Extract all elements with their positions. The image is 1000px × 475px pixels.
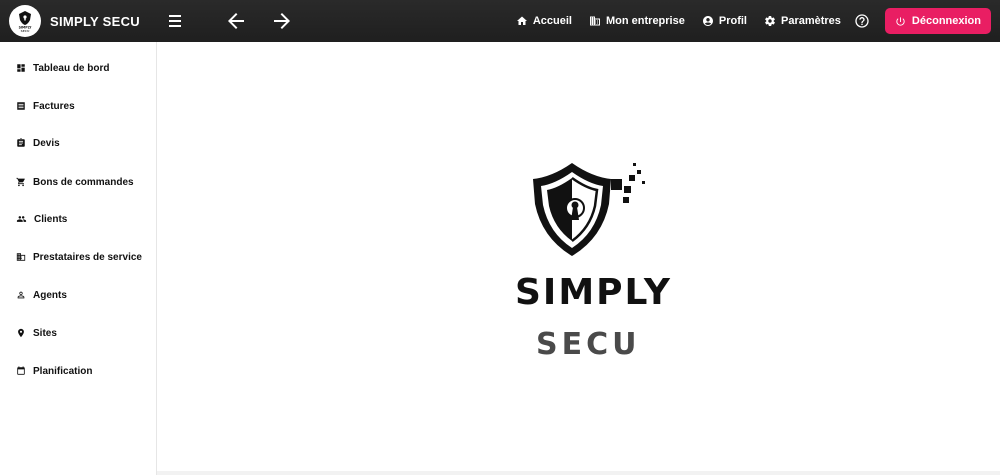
building-icon [590, 16, 600, 26]
sidebar-item-clients[interactable]: Clients [0, 204, 156, 234]
sidebar-item-label: Sites [33, 327, 57, 339]
menu-icon[interactable] [169, 13, 185, 29]
arrow-left-icon[interactable] [223, 8, 249, 34]
sidebar-item-label: Clients [34, 213, 68, 225]
logout-button[interactable]: Déconnexion [884, 8, 991, 34]
help-icon[interactable] [854, 12, 872, 30]
sidebar-item-label: Devis [33, 137, 60, 149]
calendar-icon [17, 366, 25, 375]
nav-profile-label: Profil [718, 15, 747, 27]
power-icon [896, 16, 905, 26]
account-circle-icon [702, 16, 713, 26]
sidebar-item-label: Agents [33, 289, 67, 301]
logout-label: Déconnexion [911, 15, 981, 27]
dashboard-icon [17, 64, 25, 72]
list-icon [17, 102, 25, 110]
sidebar-item-orders[interactable]: Bons de commandes [0, 167, 156, 197]
logo-text-simply: SIMPLY [515, 272, 672, 313]
top-navbar: SIMPLY SECU SIMPLY SECU Accueil Mon entr… [0, 0, 1000, 42]
nav-company-link[interactable]: Mon entreprise [589, 15, 685, 27]
sidebar-item-quotes[interactable]: Devis [0, 128, 156, 158]
center-logo: SIMPLY SECU [157, 42, 1000, 471]
sidebar-item-providers[interactable]: Prestataires de service [0, 242, 156, 272]
nav-home-label: Accueil [532, 15, 572, 27]
nav-home-link[interactable]: Accueil [516, 15, 572, 27]
main-content: SIMPLY SECU [157, 42, 1000, 471]
shield-logo-icon [533, 163, 645, 256]
sidebar-item-invoices[interactable]: Factures [0, 91, 156, 121]
sidebar-item-label: Tableau de bord [33, 62, 110, 74]
sidebar: Tableau de bord Factures Devis Bons de c… [0, 42, 157, 475]
shield-logo-icon: SIMPLY SECU [19, 11, 32, 33]
brand-logo: SIMPLY SECU [9, 5, 41, 37]
sidebar-item-planning[interactable]: Planification [0, 356, 156, 386]
sidebar-item-label: Planification [33, 365, 93, 377]
nav-profile-link[interactable]: Profil [702, 15, 747, 27]
person-icon [17, 291, 25, 299]
nav-company-label: Mon entreprise [606, 15, 685, 27]
clipboard-icon [17, 138, 25, 147]
brand-title: SIMPLY SECU [50, 13, 140, 29]
sidebar-item-label: Bons de commandes [33, 176, 134, 188]
arrow-right-icon[interactable] [269, 8, 295, 34]
building-icon [16, 253, 26, 261]
cart-icon [16, 177, 25, 187]
sidebar-item-label: Factures [33, 100, 75, 112]
logo-text-secu: SECU [536, 327, 641, 362]
sidebar-item-label: Prestataires de service [33, 251, 142, 263]
sidebar-item-sites[interactable]: Sites [0, 318, 156, 348]
nav-settings-link[interactable]: Paramètres [764, 15, 841, 27]
logo-small-line2: SECU [21, 29, 30, 33]
sidebar-item-agents[interactable]: Agents [0, 280, 156, 310]
bottom-strip [157, 471, 1000, 475]
nav-settings-label: Paramètres [780, 15, 841, 27]
home-icon [516, 16, 527, 25]
gear-icon [765, 16, 775, 26]
sidebar-item-dashboard[interactable]: Tableau de bord [0, 53, 156, 83]
people-icon [16, 216, 27, 222]
brand[interactable]: SIMPLY SECU SIMPLY SECU [9, 5, 140, 37]
map-pin-icon [18, 328, 24, 338]
